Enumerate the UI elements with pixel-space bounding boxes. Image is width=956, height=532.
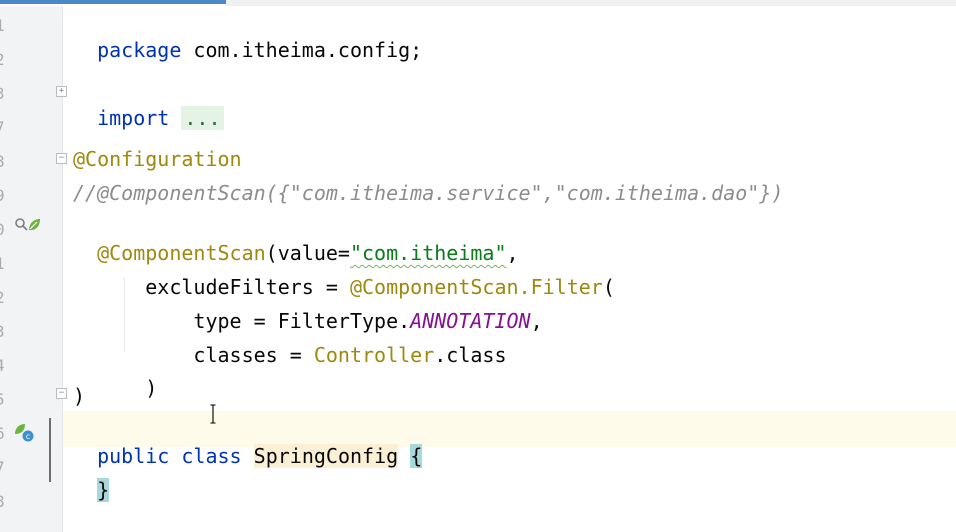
class-name: SpringConfig [253, 444, 399, 468]
package-name: com.itheima.config; [181, 38, 423, 62]
line-number: 6 [0, 424, 9, 444]
fold-toggle-import[interactable]: + [56, 86, 67, 97]
class-badge-icon: c [22, 430, 34, 442]
code-line-type: type = FilterType.ANNOTATION, [73, 282, 542, 333]
class-literal: .class [434, 343, 507, 367]
line-number: 3 [0, 84, 9, 104]
folded-imports[interactable]: ... [181, 106, 224, 130]
active-tab-indicator [0, 0, 226, 4]
code-line-package: package com.itheima.config; [73, 11, 422, 62]
code-line-class-decl: public class SpringConfig { [73, 417, 423, 468]
line-number: 5 [0, 390, 9, 410]
fold-toggle-end[interactable]: − [56, 388, 67, 399]
line-number: 8 [0, 152, 9, 172]
code-line-component-scan: @ComponentScan(value="com.itheima", [73, 214, 518, 265]
type-comma: , [530, 309, 543, 333]
classes-text: classes = [193, 343, 314, 367]
line-number: 2 [0, 50, 9, 70]
line-number: 1 [0, 254, 9, 274]
line-number: 7 [0, 458, 9, 478]
code-line-configuration: @Configuration [73, 147, 242, 171]
filter-open: ( [602, 275, 615, 299]
code-line-classes: classes = Controller.class [73, 316, 506, 367]
code-line-exclude-filters: excludeFilters = @ComponentScan.Filter( [73, 248, 615, 299]
code-line-paren-outer: ) [73, 384, 86, 408]
svg-text:c: c [26, 432, 30, 441]
fold-toggle-annotation[interactable]: − [56, 153, 67, 164]
line-number: 9 [0, 186, 9, 206]
code-line-paren-inner: ) [73, 349, 157, 400]
spring-leaf-icon[interactable] [26, 217, 42, 233]
line-number: 2 [0, 288, 9, 308]
block-guide [49, 418, 51, 482]
code-line-close-brace: } [73, 451, 110, 502]
code-line-comment: //@ComponentScan({"com.itheima.service",… [73, 181, 784, 205]
open-brace: { [410, 444, 423, 468]
mouse-ibeam-cursor [210, 404, 216, 424]
paren-inner: ) [145, 376, 158, 400]
keyword-package: package [97, 38, 182, 62]
line-number: 4 [0, 356, 9, 376]
line-number: 3 [0, 322, 9, 342]
editor-gutter: 1 2 3 7 8 9 0 1 2 3 4 5 6 7 8 c [0, 6, 63, 532]
line-number: 8 [0, 492, 9, 512]
line-number: 1 [0, 16, 9, 36]
class-ref-controller: Controller [313, 343, 435, 367]
keyword-class: class [181, 444, 242, 468]
code-line-import: import ... [73, 79, 224, 130]
line-number: 0 [0, 220, 9, 240]
close-brace: } [97, 478, 110, 502]
keyword-import: import [97, 106, 170, 130]
line-number: 7 [0, 118, 9, 138]
